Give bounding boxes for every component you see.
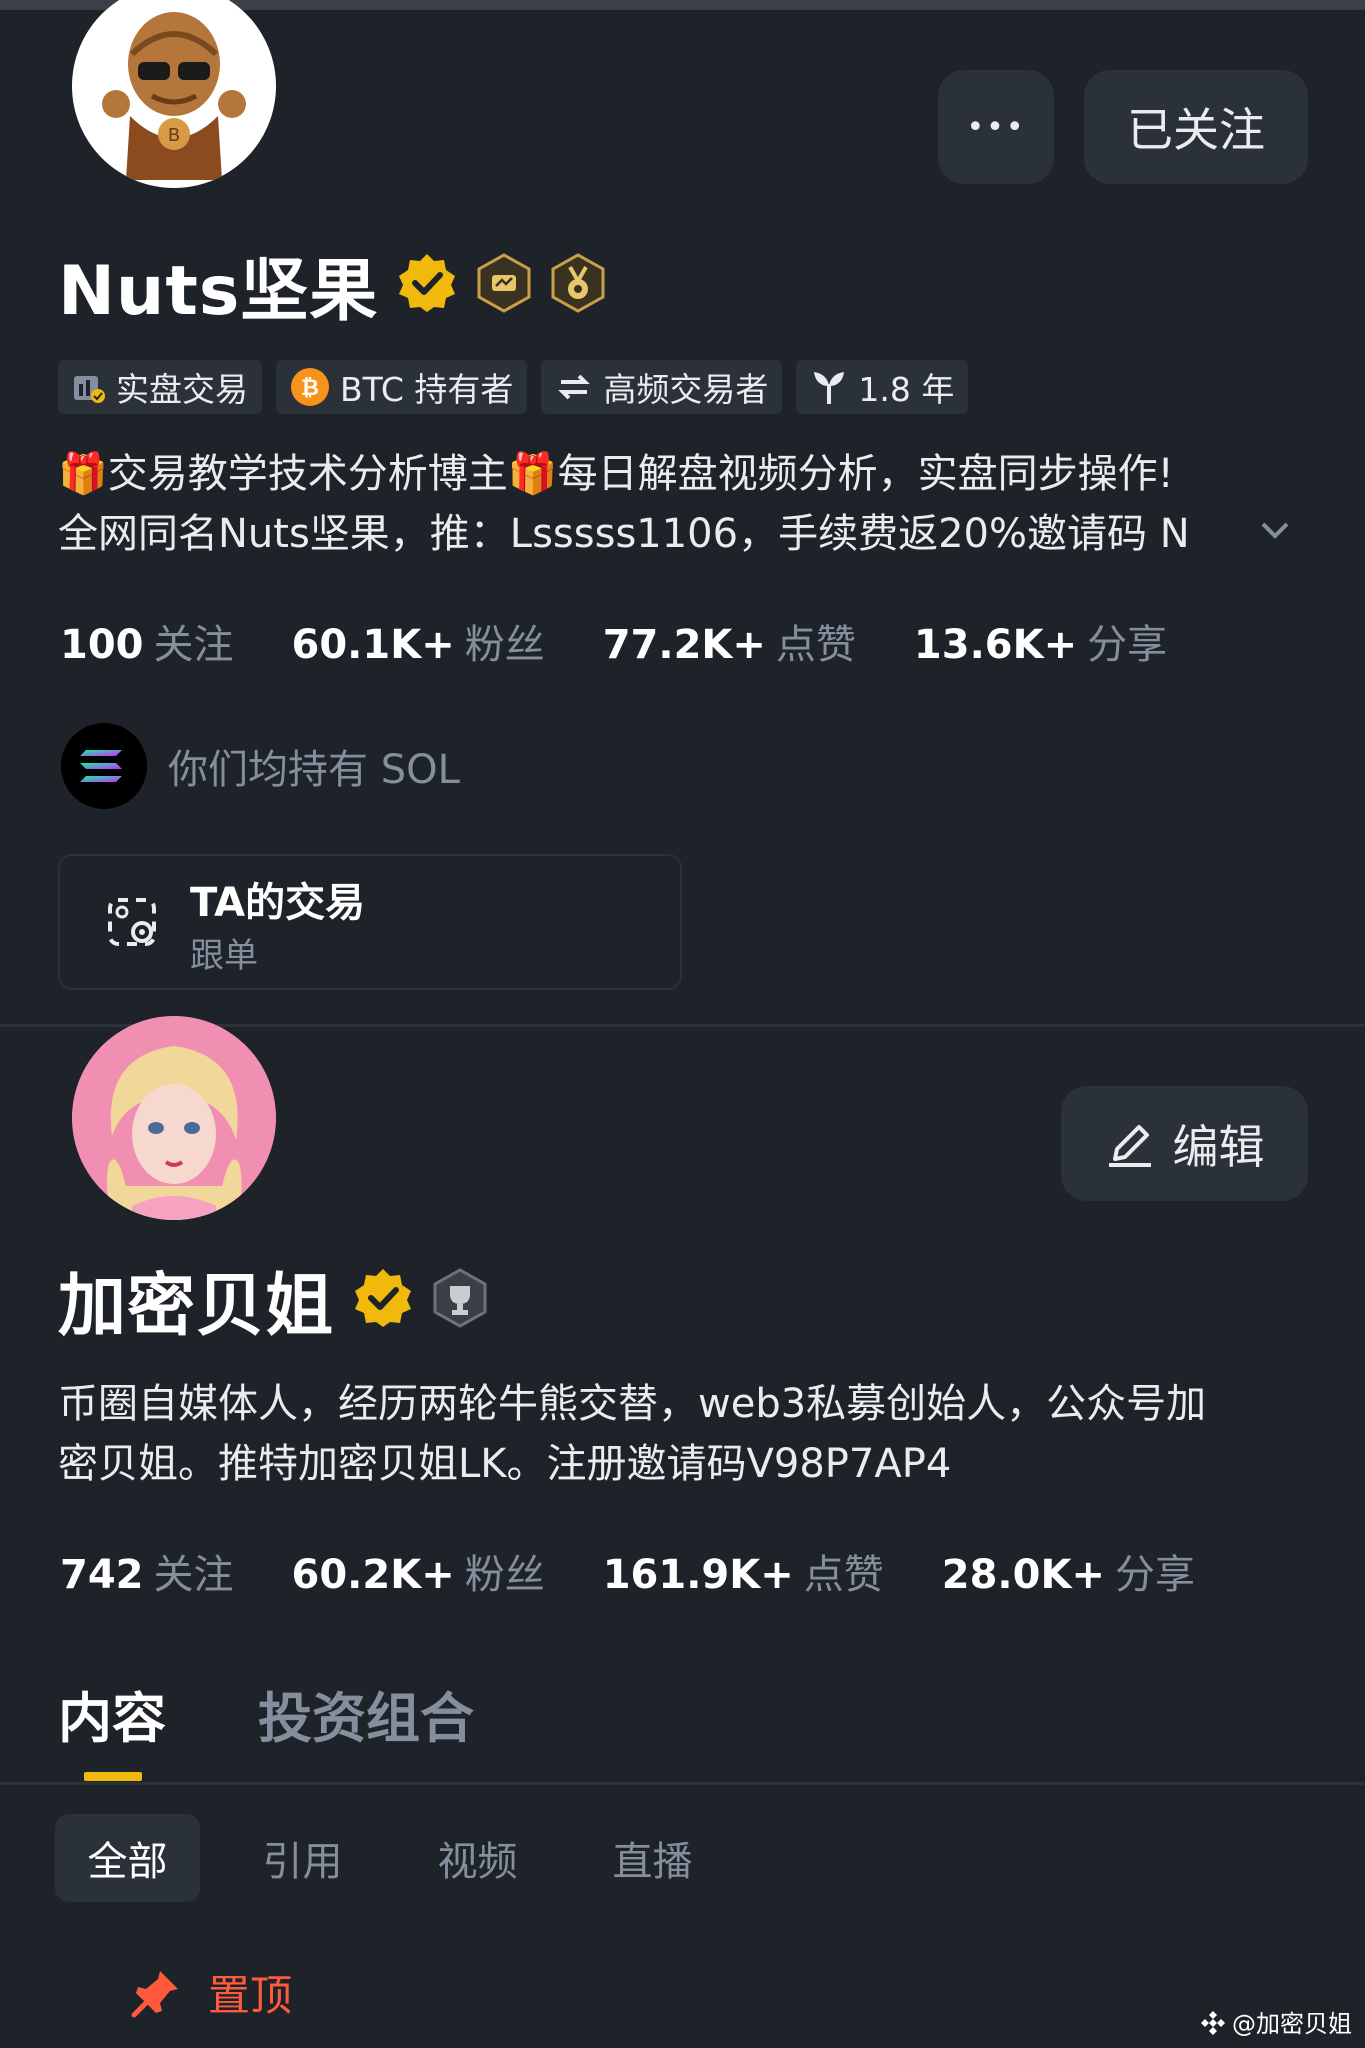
stat-value: 161.9K+ xyxy=(602,1552,794,1598)
profile-bio: 币圈自媒体人，经历两轮牛熊交替，web3私募创始人，公众号加 密贝姐。推特加密贝… xyxy=(58,1374,1308,1494)
stat-value: 60.1K+ xyxy=(291,622,455,668)
filter-live[interactable]: 直播 xyxy=(580,1814,725,1902)
filter-all[interactable]: 全部 xyxy=(55,1814,200,1902)
tag-label: BTC 持有者 xyxy=(340,370,514,409)
stat-shares: 13.6K+ 分享 xyxy=(914,612,1167,670)
trade-card-subtitle: 跟单 xyxy=(190,936,258,976)
stat-shares: 28.0K+ 分享 xyxy=(942,1542,1195,1600)
medal-badge-icon xyxy=(550,252,606,317)
stat-followers[interactable]: 60.1K+ 粉丝 xyxy=(292,612,545,670)
tag-btc-holder: ₿ BTC 持有者 xyxy=(276,360,528,414)
stat-label: 关注 xyxy=(153,622,234,668)
stat-value: 742 xyxy=(60,1552,144,1598)
profile-name-row: Nuts坚果 xyxy=(58,235,606,334)
stat-value: 28.0K+ xyxy=(941,1552,1105,1598)
tag-label: 实盘交易 xyxy=(116,370,248,409)
edit-profile-button[interactable]: 编辑 xyxy=(1061,1086,1308,1201)
pin-icon xyxy=(131,1970,178,2017)
pinned-label: 置顶 xyxy=(208,1971,293,2020)
tag-live-trading: 实盘交易 xyxy=(58,360,262,414)
trade-card[interactable]: TA的交易 跟单 xyxy=(58,854,682,990)
tag-row: 实盘交易 ₿ BTC 持有者 高频交易者 1.8 年 xyxy=(58,360,969,414)
verified-icon xyxy=(396,252,458,318)
watermark-text: @加密贝姐 xyxy=(1232,2010,1352,2038)
stat-label: 关注 xyxy=(153,1552,234,1598)
copy-trade-icon xyxy=(108,898,156,946)
profile-name: 加密贝姐 xyxy=(58,1267,335,1346)
more-options-button[interactable]: ••• xyxy=(938,70,1054,184)
tag-label: 高频交易者 xyxy=(603,370,769,409)
stat-label: 点赞 xyxy=(803,1552,884,1598)
avatar[interactable]: B xyxy=(72,0,276,188)
filter-quotes[interactable]: 引用 xyxy=(230,1814,375,1902)
watermark: @加密贝姐 xyxy=(1200,2004,1352,2039)
video-creator-badge-icon xyxy=(476,252,532,317)
stat-followers[interactable]: 60.2K+ 粉丝 xyxy=(292,1542,545,1600)
active-tab-indicator xyxy=(84,1772,142,1781)
more-icon: ••• xyxy=(966,109,1026,145)
live-trading-icon xyxy=(74,376,105,403)
shared-holding-row[interactable]: 你们均持有 SOL xyxy=(60,722,460,810)
stat-value: 60.2K+ xyxy=(291,1552,455,1598)
bio-line: 全网同名Nuts坚果，推：Lsssss1106，手续费返20%邀请码 N xyxy=(58,511,1190,557)
bio-line: 🎁交易教学技术分析博主🎁每日解盘视频分析，实盘同步操作! xyxy=(58,451,1174,497)
profile-stats: 742 关注 60.2K+ 粉丝 161.9K+ 点赞 28.0K+ 分享 xyxy=(60,1542,1253,1600)
bio-line: 密贝姐。推特加密贝姐LK。注册邀请码V98P7AP4 xyxy=(58,1441,952,1487)
sprout-icon xyxy=(814,372,845,404)
edit-button-label: 编辑 xyxy=(1172,1119,1265,1174)
stat-likes: 77.2K+ 点赞 xyxy=(603,612,856,670)
stat-following[interactable]: 100 关注 xyxy=(60,612,234,670)
tab-content[interactable]: 内容 xyxy=(58,1674,166,1753)
tag-account-age: 1.8 年 xyxy=(796,360,969,414)
stat-likes: 161.9K+ 点赞 xyxy=(603,1542,884,1600)
stat-value: 13.6K+ xyxy=(913,622,1078,668)
binance-logo-icon xyxy=(1201,2010,1225,2035)
profile-name-row: 加密贝姐 xyxy=(58,1250,488,1349)
stat-label: 分享 xyxy=(1114,1552,1195,1598)
tabs-divider xyxy=(0,1782,1365,1785)
stat-following[interactable]: 742 关注 xyxy=(60,1542,234,1600)
expand-bio-button[interactable] xyxy=(1255,510,1305,560)
stat-label: 粉丝 xyxy=(464,622,545,668)
bitcoin-icon: ₿ xyxy=(291,368,329,406)
tag-high-frequency: 高频交易者 xyxy=(541,360,783,414)
avatar[interactable] xyxy=(72,1016,276,1220)
stat-value: 100 xyxy=(60,622,144,668)
pinned-row: 置顶 xyxy=(130,1962,292,2023)
following-button[interactable]: 已关注 xyxy=(1084,70,1308,184)
profile-bio: 🎁交易教学技术分析博主🎁每日解盘视频分析，实盘同步操作! 全网同名Nuts坚果，… xyxy=(58,444,1288,564)
following-button-label: 已关注 xyxy=(1127,103,1265,157)
stat-label: 粉丝 xyxy=(464,1552,545,1598)
profile-name: Nuts坚果 xyxy=(58,252,379,331)
bio-line: 币圈自媒体人，经历两轮牛熊交替，web3私募创始人，公众号加 xyxy=(58,1381,1207,1427)
svg-text:₿: ₿ xyxy=(301,376,319,401)
tab-portfolio[interactable]: 投资组合 xyxy=(258,1674,474,1753)
swap-icon xyxy=(558,374,591,400)
solana-icon xyxy=(61,723,147,809)
shared-holding-text: 你们均持有 SOL xyxy=(168,747,460,793)
filter-videos[interactable]: 视频 xyxy=(405,1814,550,1902)
profile-stats: 100 关注 60.1K+ 粉丝 77.2K+ 点赞 13.6K+ 分享 xyxy=(60,612,1225,670)
tag-label: 1.8 年 xyxy=(858,370,955,409)
stat-label: 点赞 xyxy=(775,622,856,668)
trade-card-title: TA的交易 xyxy=(190,880,366,926)
verified-icon xyxy=(352,1267,414,1333)
stat-label: 分享 xyxy=(1087,622,1168,668)
chevron-down-icon xyxy=(1261,522,1289,539)
trophy-badge-icon xyxy=(432,1267,488,1332)
svg-text:B: B xyxy=(168,125,180,146)
stat-value: 77.2K+ xyxy=(602,622,766,668)
pencil-icon xyxy=(1108,1124,1151,1167)
